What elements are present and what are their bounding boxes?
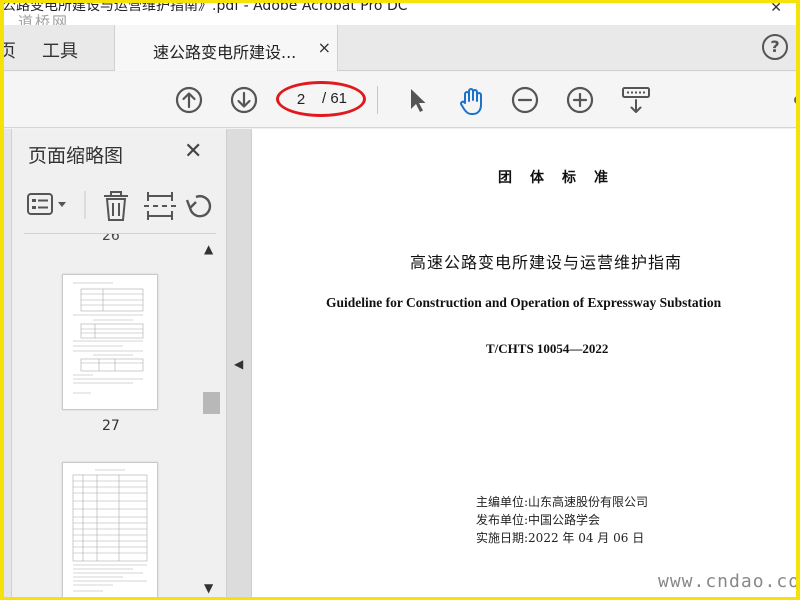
next-page-icon — [230, 86, 258, 114]
toolbar: / 61 — [4, 72, 796, 128]
page-number-input[interactable] — [284, 88, 318, 110]
thumbnail-panel-close-button[interactable]: ✕ — [184, 139, 202, 164]
thumbnail-scrollbar[interactable]: ▲ ▼ — [202, 242, 220, 597]
zoom-out-button[interactable] — [510, 85, 540, 115]
document-title-en: Guideline for Construction and Operation… — [326, 295, 722, 310]
scroll-down-icon[interactable]: ▼ — [204, 581, 213, 595]
rotate-icon[interactable] — [185, 195, 212, 218]
prev-page-icon — [175, 86, 203, 114]
tab-document[interactable]: 速公路变电所建设... × — [114, 25, 338, 71]
effective-date: 实施日期:2022 年 04 月 06 日 — [476, 531, 645, 545]
page-total: / 61 — [322, 90, 348, 107]
help-icon[interactable]: ? — [762, 34, 788, 60]
tab-close-button[interactable]: × — [318, 38, 331, 57]
tab-document-label: 速公路变电所建设... — [153, 43, 297, 62]
toolbar-divider — [377, 86, 378, 114]
zoom-out-icon — [511, 86, 539, 114]
delete-icon[interactable] — [104, 191, 128, 221]
sidebar-collapse-strip[interactable]: ◀ — [226, 129, 252, 597]
acrobat-window: 公路变电所建设与运营维护指南》.pdf - Adobe Acrobat Pro … — [4, 3, 796, 597]
thumbnail-list: 26 27 — [24, 234, 200, 597]
sidebar-edge — [4, 129, 12, 597]
document-title-cn: 高速公路变电所建设与运营维护指南 — [410, 253, 683, 272]
window-close-button[interactable]: ✕ — [770, 3, 782, 15]
fit-page-icon — [622, 87, 650, 113]
options-menu-icon[interactable] — [27, 193, 66, 215]
hand-tool-button[interactable] — [456, 85, 486, 115]
document-page: 团体标准 高速公路变电所建设与运营维护指南 Guideline for Cons… — [252, 129, 796, 597]
document-heading: 团体标准 — [498, 170, 626, 186]
extract-pages-icon[interactable] — [144, 192, 176, 220]
tab-bar: 页 工具 速公路变电所建设... × ? — [4, 25, 796, 71]
page-number-box: / 61 — [284, 86, 364, 112]
thumbnail-page[interactable] — [62, 462, 158, 597]
zoom-in-button[interactable] — [565, 85, 595, 115]
next-page-button[interactable] — [229, 85, 259, 115]
standard-number: T/CHTS 10054—2022 — [486, 341, 609, 356]
title-bar: 公路变电所建设与运营维护指南》.pdf - Adobe Acrobat Pro … — [4, 3, 796, 25]
fit-page-button[interactable] — [620, 85, 650, 115]
hand-icon — [460, 88, 482, 115]
watermark-bottom: www.cndao.com — [658, 571, 796, 592]
tab-home[interactable]: 页 — [4, 37, 16, 63]
select-arrow-icon — [411, 89, 426, 112]
prev-page-button[interactable] — [174, 85, 204, 115]
editor-unit: 主编单位:山东高速股份有限公司 — [476, 495, 649, 509]
collapse-left-icon[interactable]: ◀ — [234, 357, 243, 371]
scrollbar-thumb[interactable] — [203, 392, 220, 414]
zoom-in-icon — [566, 86, 594, 114]
select-tool-button[interactable] — [402, 85, 432, 115]
thumbnail-toolbar — [24, 187, 224, 227]
more-tools-icon[interactable] — [794, 96, 796, 104]
tab-tools[interactable]: 工具 — [42, 37, 78, 63]
thumbnail-page-label: 26 — [102, 234, 120, 244]
thumbnail-page-number: 27 — [102, 418, 120, 434]
window-title: 公路变电所建设与运营维护指南》.pdf - Adobe Acrobat Pro … — [4, 3, 408, 14]
thumbnail-page[interactable] — [62, 274, 158, 410]
publisher-unit: 发布单位:中国公路学会 — [476, 513, 601, 527]
thumbnail-panel: 页面缩略图 ✕ 26 27 ▲ ▼ — [4, 129, 226, 597]
scroll-up-icon[interactable]: ▲ — [204, 242, 213, 256]
thumbnail-panel-title: 页面缩略图 — [28, 145, 124, 167]
